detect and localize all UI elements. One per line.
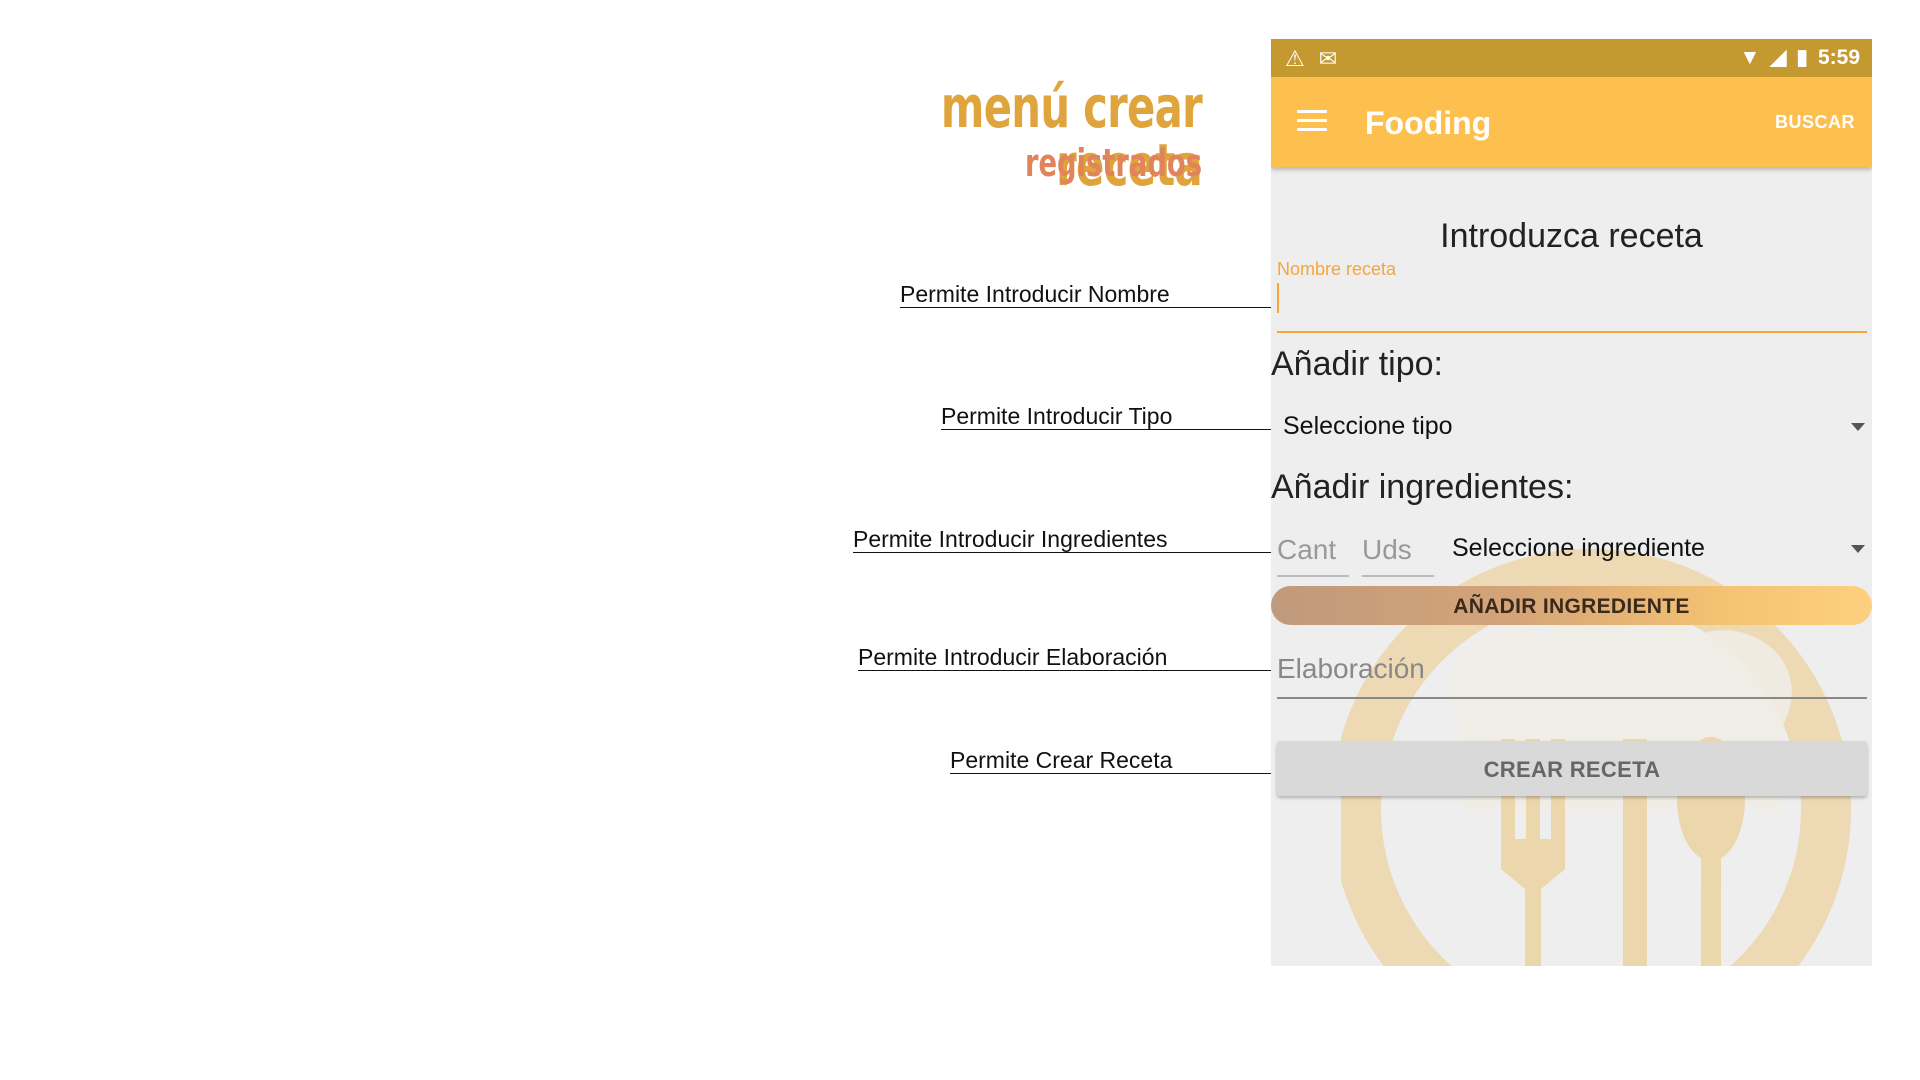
add-ingredient-button[interactable]: AÑADIR INGREDIENTE bbox=[1271, 586, 1872, 625]
annotation-line-elaboracion bbox=[858, 670, 1292, 671]
recipe-name-input[interactable] bbox=[1277, 331, 1867, 333]
menu-icon[interactable] bbox=[1297, 110, 1327, 132]
status-bar: ⚠ ✉ ▼ ◢ ▮ 5:59 bbox=[1271, 39, 1872, 77]
annotation-line-tipo bbox=[941, 429, 1292, 430]
text-cursor bbox=[1277, 283, 1279, 313]
annotation-nombre: Permite Introducir Nombre bbox=[900, 281, 1170, 307]
cant-input[interactable]: Cant bbox=[1277, 534, 1336, 566]
mail-icon: ✉ bbox=[1318, 46, 1338, 71]
recipe-name-label: Nombre receta bbox=[1277, 259, 1397, 279]
phone-screen: ⚠ ✉ ▼ ◢ ▮ 5:59 Fooding BUSCAR Introduzca… bbox=[1271, 39, 1872, 966]
cant-input-underline bbox=[1277, 575, 1349, 577]
annotation-line-crear bbox=[950, 773, 1292, 774]
annotation-tipo: Permite Introducir Tipo bbox=[941, 403, 1173, 429]
annotation-line-ingredientes bbox=[853, 552, 1292, 553]
annotation-crear: Permite Crear Receta bbox=[950, 747, 1173, 773]
ingredient-spinner[interactable]: Seleccione ingrediente bbox=[1452, 534, 1705, 563]
annotation-elaboracion: Permite Introducir Elaboración bbox=[858, 644, 1168, 670]
elaboracion-input[interactable]: Elaboración bbox=[1277, 653, 1425, 685]
search-button[interactable]: BUSCAR bbox=[1775, 112, 1855, 133]
battery-icon: ▮ bbox=[1796, 46, 1808, 69]
annotation-line-nombre bbox=[900, 307, 1292, 308]
status-time: 5:59 bbox=[1817, 45, 1860, 69]
wifi-icon: ▼ bbox=[1739, 45, 1761, 69]
create-recipe-button[interactable]: CREAR RECETA bbox=[1277, 741, 1867, 796]
app-bar: Fooding BUSCAR bbox=[1271, 77, 1872, 167]
uds-input[interactable]: Uds bbox=[1362, 534, 1412, 566]
annotation-ingredientes: Permite Introducir Ingredientes bbox=[853, 526, 1168, 552]
uds-input-underline bbox=[1362, 575, 1434, 577]
tipo-dropdown-icon[interactable] bbox=[1851, 423, 1865, 431]
app-title: Fooding bbox=[1365, 105, 1492, 141]
page-subheading: registrados bbox=[1024, 141, 1202, 185]
elaboracion-underline bbox=[1277, 697, 1867, 699]
ingredient-dropdown-icon[interactable] bbox=[1851, 545, 1865, 553]
tipo-section-label: Añadir tipo: bbox=[1271, 345, 1443, 383]
form-title: Introduzca receta bbox=[1440, 217, 1703, 255]
warning-icon: ⚠ bbox=[1285, 46, 1305, 71]
signal-icon: ◢ bbox=[1770, 46, 1787, 69]
tipo-spinner[interactable]: Seleccione tipo bbox=[1283, 412, 1453, 441]
ingredientes-section-label: Añadir ingredientes: bbox=[1271, 468, 1574, 506]
